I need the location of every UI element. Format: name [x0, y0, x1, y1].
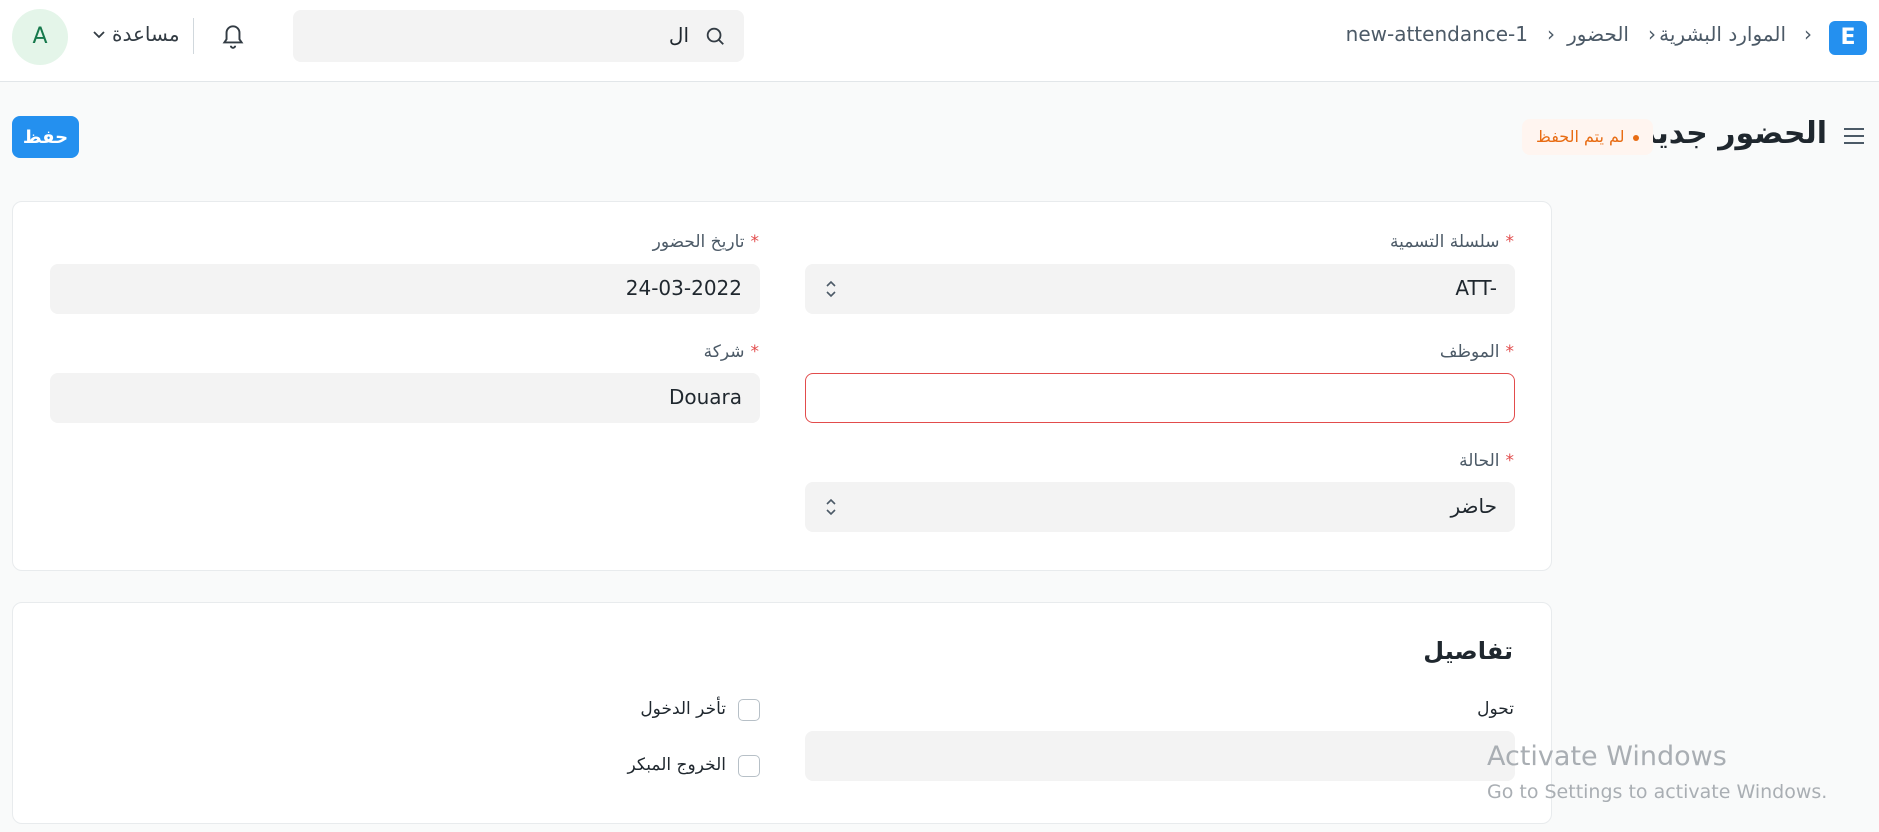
- search-input[interactable]: ال: [669, 23, 689, 47]
- select-updown-icon: [826, 498, 836, 516]
- shift-input[interactable]: [805, 731, 1515, 781]
- naming-series-label: سلسلة التسمية *: [1390, 232, 1514, 252]
- save-button[interactable]: حفظ: [12, 116, 79, 158]
- breadcrumb-hr[interactable]: الموارد البشرية: [1659, 22, 1786, 46]
- shift-label: تحول: [1477, 699, 1514, 719]
- form-section-main: سلسلة التسمية * ATT- تاريخ الحضور * 24-03-…: [12, 201, 1552, 571]
- status-select[interactable]: حاضر: [805, 482, 1515, 532]
- late-entry-checkbox[interactable]: [738, 699, 760, 721]
- notification-bell-icon[interactable]: [220, 22, 246, 50]
- early-exit-checkbox[interactable]: [738, 755, 760, 777]
- windows-activation-watermark-title: Activate Windows: [1487, 741, 1727, 772]
- employee-input[interactable]: [805, 373, 1515, 423]
- naming-series-select[interactable]: ATT-: [805, 264, 1515, 314]
- app-logo[interactable]: E: [1829, 21, 1867, 55]
- sidebar-toggle-icon[interactable]: [1842, 126, 1866, 146]
- breadcrumb-current: new-attendance-1: [1345, 22, 1528, 46]
- early-exit-label: الخروج المبكر: [627, 755, 726, 775]
- status-label: الحالة *: [1459, 451, 1514, 471]
- attendance-date-input[interactable]: 24-03-2022: [50, 264, 760, 314]
- details-section-title: تفاصيل: [1423, 637, 1513, 665]
- breadcrumb-separator: ›: [1547, 22, 1555, 46]
- company-label: شركة *: [703, 342, 759, 362]
- attendance-date-label: تاريخ الحضور *: [652, 232, 759, 252]
- user-avatar[interactable]: A: [12, 9, 68, 65]
- employee-label: الموظف *: [1439, 342, 1514, 362]
- navbar-divider: [193, 18, 194, 54]
- status-dot: [1632, 134, 1639, 141]
- search-bar[interactable]: ال: [293, 10, 744, 62]
- form-section-details: تفاصيل تحول تأخر الدخول الخروج المبكر: [12, 602, 1552, 824]
- breadcrumb-separator: ›: [1648, 22, 1656, 46]
- windows-activation-watermark-subtitle: Go to Settings to activate Windows.: [1487, 781, 1828, 803]
- search-icon: [706, 27, 724, 45]
- chevron-down-icon: [93, 31, 105, 39]
- help-dropdown[interactable]: مساعدة: [112, 22, 180, 46]
- page-title: الحضور جديد: [1640, 116, 1827, 151]
- late-entry-label: تأخر الدخول: [640, 699, 726, 719]
- unsaved-status-badge: لم يتم الحفظ: [1522, 119, 1653, 155]
- company-input[interactable]: Douara: [50, 373, 760, 423]
- breadcrumb-separator: ›: [1804, 22, 1812, 46]
- navbar: E › الموارد البشرية › الحضور › new-atten…: [0, 0, 1879, 82]
- select-updown-icon: [826, 280, 836, 298]
- breadcrumb-attendance[interactable]: الحضور: [1567, 22, 1629, 46]
